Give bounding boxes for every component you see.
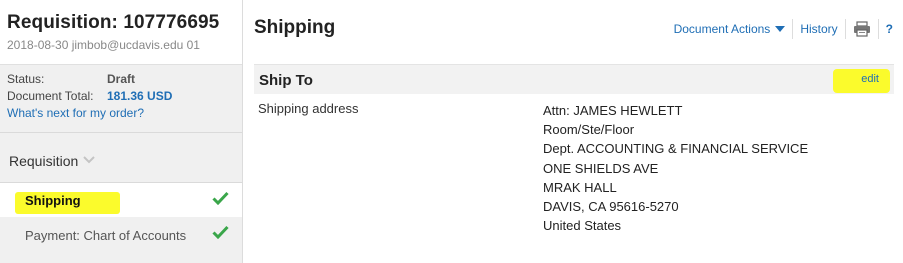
check-icon — [212, 190, 229, 210]
section-title: Ship To — [259, 72, 313, 89]
document-actions-label: Document Actions — [673, 22, 771, 36]
address-line: Attn: JAMES HEWLETT — [543, 103, 683, 118]
address-line: Dept. ACCOUNTING & FINANCIAL SERVICE — [543, 141, 809, 157]
shipping-address-label: Shipping address — [258, 101, 359, 116]
sidebar-item-label: Payment: Chart of Accounts — [25, 227, 187, 243]
sidebar-item-shipping[interactable]: Shipping — [0, 183, 242, 217]
status-label: Status: — [7, 72, 45, 86]
requisition-header: Requisition: 107776695 2018-08-30 jimbob… — [0, 0, 242, 65]
divider — [792, 19, 794, 39]
address-line: Room/Ste/Floor — [543, 122, 635, 138]
sidebar-item-label: Shipping — [25, 192, 81, 208]
status-row: Status: Draft — [7, 71, 242, 88]
document-total-value: 181.36 USD — [107, 89, 173, 103]
help-button[interactable]: ? — [886, 22, 893, 36]
edit-link[interactable]: edit — [861, 73, 879, 85]
header-actions: Document Actions History ? — [674, 19, 893, 39]
document-total-label: Document Total: — [7, 89, 94, 103]
status-value: Draft — [107, 72, 136, 86]
caret-down-icon — [775, 24, 786, 35]
ship-to-section-header: Ship To edit — [254, 64, 894, 94]
sidebar-item-payment[interactable]: Payment: Chart of Accounts — [0, 217, 242, 253]
shipping-address: Attn: JAMES HEWLETT Room/Ste/Floor Dept.… — [543, 101, 808, 235]
page-title: Shipping — [254, 17, 336, 38]
chevron-down-icon — [83, 155, 95, 167]
check-icon — [212, 224, 229, 244]
left-sidebar: Requisition: 107776695 2018-08-30 jimbob… — [0, 0, 243, 263]
main-panel: Shipping Document Actions History ? Ship… — [244, 0, 903, 263]
requisition-section-toggle[interactable]: Requisition — [0, 133, 242, 183]
print-icon[interactable] — [853, 21, 871, 37]
address-line: DAVIS, CA 95616-5270 — [543, 199, 679, 215]
document-total-row: Document Total: 181.36 USD — [7, 88, 242, 105]
requisition-title: Requisition: 107776695 — [7, 12, 220, 33]
requisition-section-label: Requisition — [9, 153, 79, 169]
history-link[interactable]: History — [800, 22, 837, 36]
document-actions-button[interactable]: Document Actions — [674, 22, 786, 36]
whats-next-link[interactable]: What's next for my order? — [7, 105, 242, 122]
divider — [877, 19, 879, 39]
address-line: United States — [543, 218, 622, 234]
requisition-subtitle: 2018-08-30 jimbob@ucdavis.edu 01 — [7, 38, 200, 52]
address-line: ONE SHIELDS AVE — [543, 160, 659, 176]
divider — [844, 19, 846, 39]
status-panel: Status: Draft Document Total: 181.36 USD… — [0, 65, 242, 133]
address-line: MRAK HALL — [543, 179, 617, 195]
